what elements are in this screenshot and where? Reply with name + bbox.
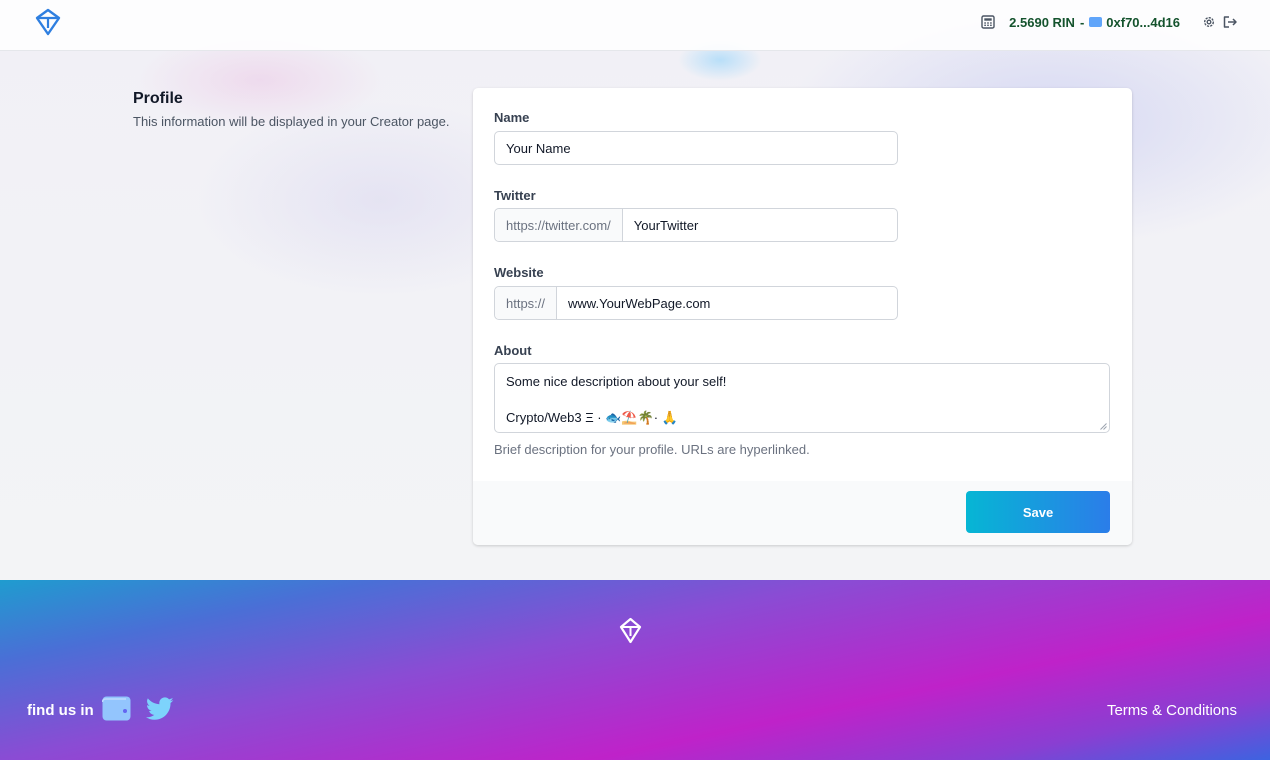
name-field[interactable]: Your Name: [494, 131, 898, 165]
profile-form-card: Name Your Name Twitter https://twitter.c…: [473, 88, 1132, 545]
find-us-label: find us in: [27, 702, 94, 719]
account-bar: 2.5690 RIN - 0xf70...4d16: [981, 12, 1238, 32]
about-textarea[interactable]: Some nice description about your self! C…: [494, 363, 1110, 433]
form-actions: Save: [473, 481, 1132, 545]
website-prefix: https://: [495, 287, 558, 319]
twitter-field[interactable]: https://twitter.com/ YourTwitter: [494, 208, 898, 242]
website-field[interactable]: https:// www.YourWebPage.com: [494, 286, 898, 320]
about-line-2: Crypto/Web3 Ξ · 🐟⛱️🌴· 🙏: [506, 410, 678, 425]
site-footer: find us in Terms & Conditions: [0, 580, 1270, 760]
resize-handle-icon[interactable]: [1100, 423, 1107, 430]
logo-icon[interactable]: [34, 7, 62, 37]
footer-logo-icon: [619, 617, 642, 644]
wallet-chip-icon: [1089, 17, 1103, 27]
section-description: This information will be displayed in yo…: [133, 114, 450, 129]
wallet-address[interactable]: 0xf70...4d16: [1106, 15, 1180, 30]
wallet-icon[interactable]: [102, 696, 131, 721]
twitter-prefix: https://twitter.com/: [495, 209, 623, 241]
about-hint: Brief description for your profile. URLs…: [494, 442, 810, 457]
about-line-1: Some nice description about your self!: [506, 374, 727, 389]
logout-icon[interactable]: [1222, 15, 1238, 29]
save-button[interactable]: Save: [966, 491, 1110, 533]
website-value: www.YourWebPage.com: [568, 295, 711, 311]
about-label: About: [494, 343, 532, 358]
wallet-balance: 2.5690 RIN: [1009, 14, 1075, 30]
twitter-label: Twitter: [494, 188, 536, 203]
calculator-icon[interactable]: [981, 15, 995, 29]
top-bar: 2.5690 RIN - 0xf70...4d16: [0, 0, 1270, 51]
website-label: Website: [494, 265, 544, 280]
section-title: Profile: [133, 90, 183, 107]
twitter-icon[interactable]: [146, 697, 174, 721]
separator: -: [1079, 14, 1085, 30]
twitter-value: YourTwitter: [633, 217, 699, 233]
name-value: Your Name: [506, 140, 571, 156]
name-label: Name: [494, 110, 530, 125]
gear-icon[interactable]: [1202, 15, 1216, 29]
terms-link[interactable]: Terms & Conditions: [1107, 702, 1237, 719]
